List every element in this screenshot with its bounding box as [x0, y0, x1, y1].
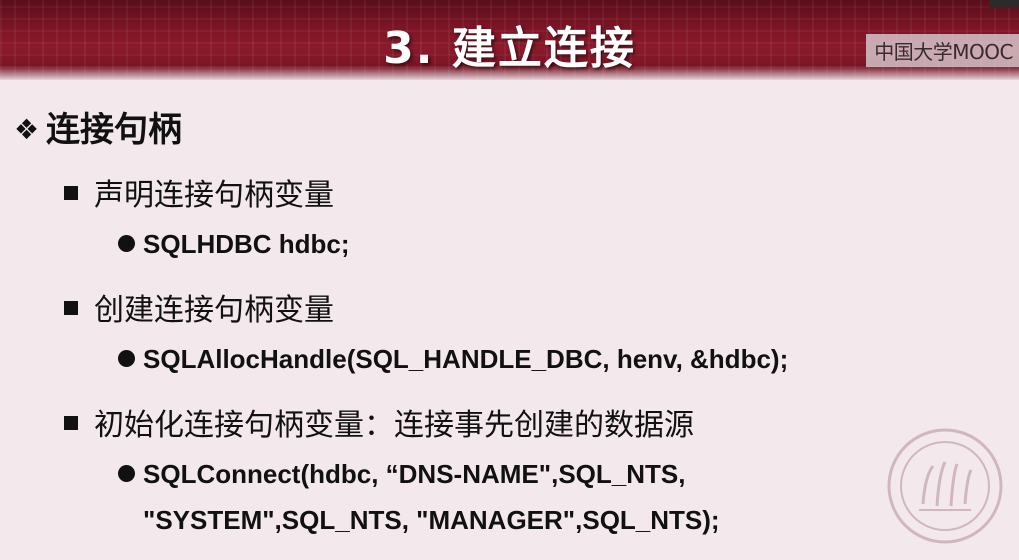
bullet-item-1: 声明连接句柄变量	[64, 170, 334, 214]
section-heading: ❖ 连接句柄	[14, 102, 182, 151]
code-line-2-text: SQLAllocHandle(SQL_HANDLE_DBC, henv, &hd…	[143, 344, 789, 374]
square-bullet-icon	[64, 301, 78, 315]
bullet-item-2-text: 创建连接句柄变量	[94, 293, 334, 328]
bullet-item-2: 创建连接句柄变量	[64, 285, 334, 329]
square-bullet-icon	[64, 186, 78, 200]
code-line-3: SQLConnect(hdbc, “DNS-NAME",SQL_NTS,	[118, 459, 685, 490]
code-line-4: "SYSTEM",SQL_NTS, "MANAGER",SQL_NTS);	[143, 505, 720, 536]
bullet-item-3-text: 初始化连接句柄变量：连接事先创建的数据源	[94, 408, 694, 443]
code-line-4-text: "SYSTEM",SQL_NTS, "MANAGER",SQL_NTS);	[143, 505, 720, 535]
code-line-3-text: SQLConnect(hdbc, “DNS-NAME",SQL_NTS,	[143, 459, 686, 489]
code-line-1: SQLHDBC hdbc;	[118, 229, 350, 260]
mooc-watermark: 中国大学MOOC	[866, 34, 1019, 67]
code-line-1-text: SQLHDBC hdbc;	[143, 229, 350, 259]
university-seal-icon	[887, 428, 1003, 544]
round-bullet-icon	[118, 235, 135, 252]
slide-header: 3. 建立连接 中国大学MOOC	[0, 0, 1019, 80]
video-corner-mark	[989, 0, 1019, 8]
round-bullet-icon	[118, 350, 135, 367]
bullet-item-1-text: 声明连接句柄变量	[94, 178, 334, 213]
square-bullet-icon	[64, 416, 78, 430]
code-line-2: SQLAllocHandle(SQL_HANDLE_DBC, henv, &hd…	[118, 344, 788, 375]
diamond-bullet-icon: ❖	[14, 113, 40, 146]
section-heading-text: 连接句柄	[46, 110, 182, 150]
bullet-item-3: 初始化连接句柄变量：连接事先创建的数据源	[64, 400, 694, 444]
round-bullet-icon	[118, 465, 135, 482]
